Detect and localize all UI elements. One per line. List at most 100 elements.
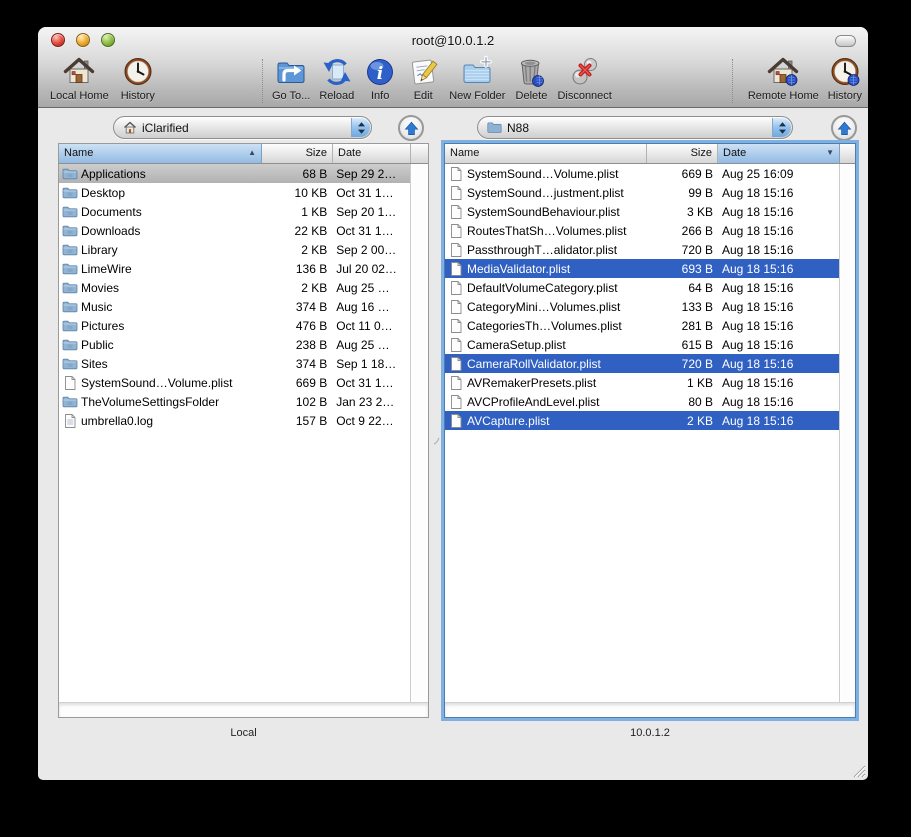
file-row[interactable]: Desktop10 KBOct 31 1… bbox=[59, 183, 410, 202]
file-row[interactable]: Movies 2 KBAug 25 … bbox=[59, 278, 410, 297]
file-name-cell: RoutesThatSh…Volumes.plist bbox=[445, 223, 647, 239]
toolbar-edit-button[interactable]: Edit bbox=[406, 55, 440, 102]
file-size-cell: 3 KB bbox=[647, 205, 718, 219]
file-name-text: DefaultVolumeCategory.plist bbox=[467, 281, 618, 295]
local-vertical-scrollbar[interactable] bbox=[412, 164, 428, 703]
minimize-button[interactable] bbox=[76, 33, 90, 47]
file-name-text: Sites bbox=[81, 357, 108, 371]
file-row[interactable]: SystemSound…Volume.plist669 BOct 31 1… bbox=[59, 373, 410, 392]
local-name-column-header[interactable]: Name ▲ bbox=[59, 144, 262, 163]
file-row[interactable]: DefaultVolumeCategory.plist 64 BAug 18 15… bbox=[445, 278, 839, 297]
local-size-column-header[interactable]: Size bbox=[262, 144, 333, 163]
file-row[interactable]: Documents1 KBSep 20 1… bbox=[59, 202, 410, 221]
file-row[interactable]: CameraRollValidator.plist720 BAug 18 15:… bbox=[445, 354, 839, 373]
toolbar-local-home-button[interactable]: Local Home bbox=[50, 55, 109, 102]
toolbar-reload-button[interactable]: Reload bbox=[319, 55, 354, 102]
pane-splitter-handle[interactable] bbox=[433, 432, 441, 440]
zoom-button[interactable] bbox=[101, 33, 115, 47]
toolbar-remote-home-button[interactable]: Remote Home bbox=[748, 55, 819, 102]
file-row[interactable]: SystemSound…justment.plist99 BAug 18 15:… bbox=[445, 183, 839, 202]
toolbar-local-history-button[interactable]: History bbox=[121, 55, 155, 102]
toolbar-new-folder-button[interactable]: New Folder bbox=[449, 55, 505, 102]
file-row[interactable]: Downloads22 KBOct 31 1… bbox=[59, 221, 410, 240]
file-date-cell: Aug 16 … bbox=[332, 300, 410, 314]
file-row[interactable]: PassthroughT…alidator.plist720 BAug 18 1… bbox=[445, 240, 839, 259]
file-size-cell: 476 B bbox=[261, 319, 332, 333]
toolbar-toggle-button[interactable] bbox=[835, 35, 856, 47]
file-row[interactable]: AVCapture.plist2 KBAug 18 15:16 bbox=[445, 411, 839, 430]
file-row[interactable]: TheVolumeSettingsFolder102 BJan 23 2… bbox=[59, 392, 410, 411]
file-size-cell: 10 KB bbox=[261, 186, 332, 200]
file-row[interactable]: Applications68 BSep 29 2… bbox=[59, 164, 410, 183]
remote-horizontal-scrollbar[interactable] bbox=[445, 702, 855, 717]
file-row[interactable]: AVCProfileAndLevel.plist80 BAug 18 15:16 bbox=[445, 392, 839, 411]
file-row[interactable]: CategoriesTh…Volumes.plist281 BAug 18 15… bbox=[445, 316, 839, 335]
file-name-cell: SystemSoundBehaviour.plist bbox=[445, 204, 647, 220]
file-row[interactable]: Public238 BAug 25 … bbox=[59, 335, 410, 354]
file-name-cell: LimeWire bbox=[59, 261, 261, 277]
toolbar-delete-button[interactable]: Delete bbox=[514, 55, 548, 102]
toolbar-remote-history-button[interactable]: History bbox=[828, 55, 862, 102]
file-row[interactable]: umbrella0.log157 BOct 9 22… bbox=[59, 411, 410, 430]
folder-icon bbox=[62, 166, 78, 182]
window-resize-grip[interactable] bbox=[851, 763, 866, 778]
disconnect-icon bbox=[568, 55, 602, 89]
file-row[interactable]: Library2 KBSep 2 00… bbox=[59, 240, 410, 259]
local-file-list: Applications68 BSep 29 2…Desktop10 KBOct… bbox=[59, 164, 411, 703]
file-date-cell: Aug 18 15:16 bbox=[718, 186, 839, 200]
remote-up-directory-button[interactable] bbox=[831, 115, 857, 141]
file-name-cell: Applications bbox=[59, 166, 261, 182]
local-path-popup[interactable]: iClarified bbox=[113, 116, 372, 139]
file-row[interactable]: RoutesThatSh…Volumes.plist266 BAug 18 15… bbox=[445, 221, 839, 240]
file-size-cell: 68 B bbox=[261, 167, 332, 181]
file-size-cell: 22 KB bbox=[261, 224, 332, 238]
close-button[interactable] bbox=[51, 33, 65, 47]
file-row[interactable]: Pictures476 BOct 11 0… bbox=[59, 316, 410, 335]
file-name-text: Movies bbox=[81, 281, 119, 295]
file-date-cell: Aug 18 15:16 bbox=[718, 300, 839, 314]
file-row[interactable]: Music374 BAug 16 … bbox=[59, 297, 410, 316]
file-size-cell: 64 B bbox=[647, 281, 718, 295]
file-row[interactable]: SystemSoundBehaviour.plist3 KBAug 18 15:… bbox=[445, 202, 839, 221]
file-row[interactable]: CategoryMini…Volumes.plist133 BAug 18 15… bbox=[445, 297, 839, 316]
remote-date-column-header[interactable]: Date ▼ bbox=[718, 144, 840, 163]
file-date-cell: Aug 18 15:16 bbox=[718, 395, 839, 409]
remote-name-column-header[interactable]: Name bbox=[445, 144, 647, 163]
toolbar-separator bbox=[262, 59, 263, 103]
file-size-cell: 2 KB bbox=[647, 414, 718, 428]
toolbar-go-to-button[interactable]: Go To... bbox=[272, 55, 310, 102]
file-name-cell: AVCapture.plist bbox=[445, 413, 647, 429]
toolbar-separator bbox=[732, 59, 733, 103]
file-row[interactable]: LimeWire136 BJul 20 02… bbox=[59, 259, 410, 278]
toolbar-button-label: History bbox=[121, 90, 155, 102]
folder-small-icon bbox=[487, 121, 502, 134]
file-name-text: SystemSound…Volume.plist bbox=[81, 376, 232, 390]
file-date-cell: Aug 25 … bbox=[332, 281, 410, 295]
toolbar-button-label: Info bbox=[371, 90, 389, 102]
local-horizontal-scrollbar[interactable] bbox=[59, 702, 428, 717]
file-size-cell: 374 B bbox=[261, 300, 332, 314]
local-path-label: iClarified bbox=[142, 121, 189, 135]
toolbar-disconnect-button[interactable]: Disconnect bbox=[557, 55, 611, 102]
file-size-cell: 2 KB bbox=[261, 281, 332, 295]
remote-path-popup[interactable]: N88 bbox=[477, 116, 793, 139]
file-row[interactable]: AVRemakerPresets.plist1 KBAug 18 15:16 bbox=[445, 373, 839, 392]
toolbar-info-button[interactable]: iInfo bbox=[363, 55, 397, 102]
file-row[interactable]: SystemSound…Volume.plist669 BAug 25 16:0… bbox=[445, 164, 839, 183]
sort-ascending-icon: ▲ bbox=[248, 149, 256, 157]
file-size-cell: 669 B bbox=[261, 376, 332, 390]
file-name-text: AVCapture.plist bbox=[467, 414, 549, 428]
remote-size-column-header[interactable]: Size bbox=[647, 144, 718, 163]
edit-icon bbox=[406, 55, 440, 89]
remote-vertical-scrollbar[interactable] bbox=[841, 164, 855, 703]
local-up-directory-button[interactable] bbox=[398, 115, 424, 141]
toolbar-button-label: Edit bbox=[414, 90, 433, 102]
remote-column-headers: Name Size Date ▼ bbox=[445, 144, 855, 164]
file-row[interactable]: CameraSetup.plist615 BAug 18 15:16 bbox=[445, 335, 839, 354]
file-row[interactable]: MediaValidator.plist693 BAug 18 15:16 bbox=[445, 259, 839, 278]
file-row[interactable]: Sites374 BSep 1 18… bbox=[59, 354, 410, 373]
local-date-column-header[interactable]: Date bbox=[333, 144, 411, 163]
file-size-cell: 99 B bbox=[647, 186, 718, 200]
file-name-text: Library bbox=[81, 243, 118, 257]
file-date-cell: Aug 18 15:16 bbox=[718, 281, 839, 295]
